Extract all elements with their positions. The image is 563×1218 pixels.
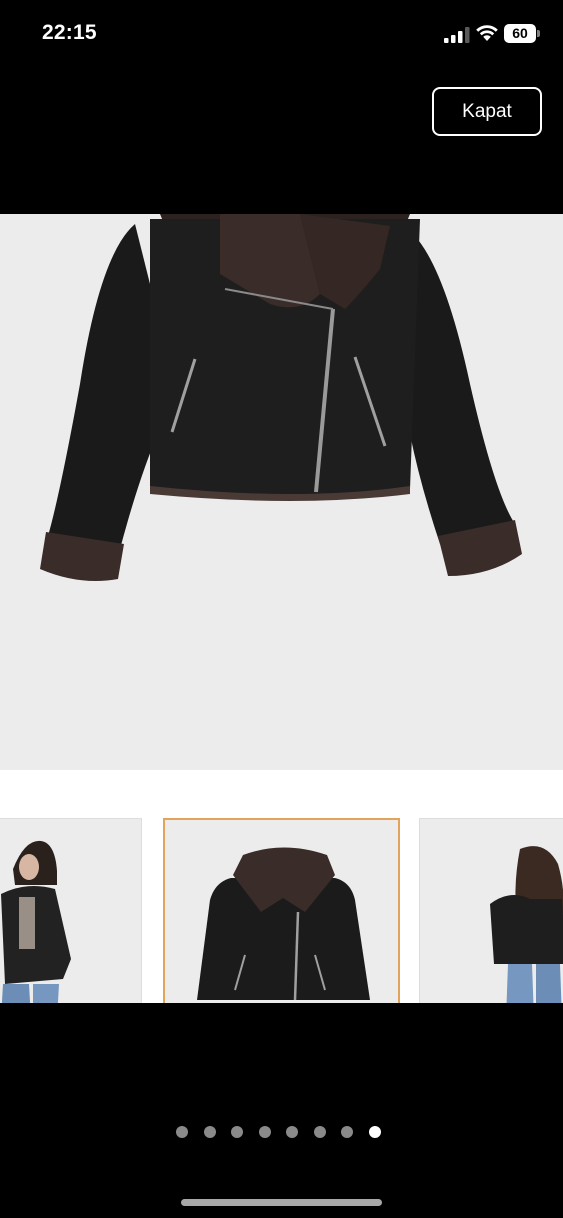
status-bar: 22:15 60: [0, 0, 563, 68]
page-dot[interactable]: [286, 1126, 298, 1138]
main-product-image[interactable]: [0, 214, 563, 770]
page-dot[interactable]: [258, 1126, 271, 1138]
page-dot-active[interactable]: [368, 1126, 381, 1138]
thumbnail-model-front[interactable]: [0, 818, 142, 1003]
home-indicator[interactable]: [181, 1199, 382, 1206]
page-indicator: [176, 1126, 381, 1140]
thumbnail-product-front[interactable]: [163, 818, 400, 1003]
wifi-icon: [476, 25, 498, 41]
jacket-image: [40, 214, 522, 582]
model-back-image: [490, 846, 563, 1003]
close-button[interactable]: Kapat: [432, 87, 542, 136]
thumbnail-strip: [0, 770, 563, 1003]
page-dot[interactable]: [231, 1126, 243, 1138]
page-dot[interactable]: [203, 1126, 216, 1138]
model-front-image: [1, 840, 71, 1003]
thumbnail-model-back[interactable]: [419, 818, 563, 1003]
page-dot[interactable]: [341, 1126, 353, 1138]
cellular-signal-icon: [444, 27, 470, 43]
battery-icon: 60: [504, 24, 540, 43]
status-time: 22:15: [42, 21, 97, 44]
battery-tip: [537, 30, 540, 37]
battery-level: 60: [512, 25, 528, 41]
page-dot[interactable]: [313, 1126, 326, 1138]
page-dot[interactable]: [176, 1126, 188, 1138]
product-front-thumbnail-image: [197, 847, 370, 1001]
